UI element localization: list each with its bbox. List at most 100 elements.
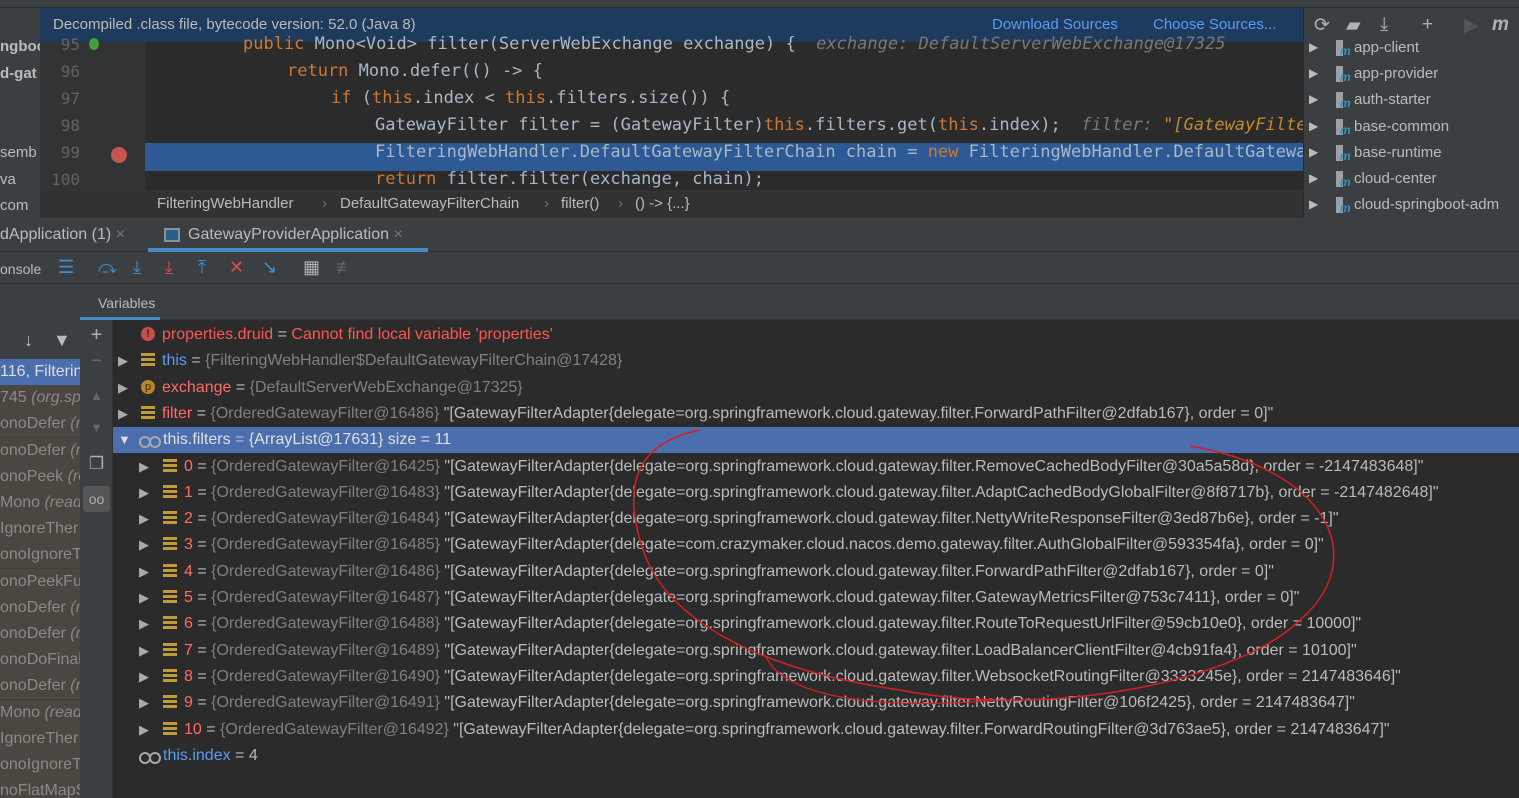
collapsed-arrow-icon[interactable]: ▶	[139, 717, 149, 743]
maven-module[interactable]: ▶ base-common	[1304, 116, 1519, 142]
project-item[interactable]: d-gat	[0, 65, 37, 82]
variable-row[interactable]: ▶ 8 = {OrderedGatewayFilter@16490} "[Gate…	[113, 664, 1519, 690]
down-icon[interactable]: ▼	[80, 420, 113, 435]
variable-row[interactable]: ▶ 2 = {OrderedGatewayFilter@16484} "[Gate…	[113, 506, 1519, 532]
line-number[interactable]: 99	[40, 143, 80, 162]
code-line[interactable]: FilteringWebHandler.DefaultGatewayFilter…	[375, 142, 1303, 162]
collapsed-arrow-icon[interactable]: ▶	[139, 690, 149, 716]
expand-arrow-icon[interactable]: ▶	[1309, 145, 1318, 159]
variable-row[interactable]: ▶ 3 = {OrderedGatewayFilter@16485} "[Gate…	[113, 532, 1519, 558]
collapsed-arrow-icon[interactable]: ▶	[118, 348, 128, 374]
frame-item[interactable]: onoPeekFus	[0, 568, 80, 595]
frame-item[interactable]: onoIgnoreT	[0, 752, 80, 778]
frame-item[interactable]: noFlatMapS	[0, 778, 80, 798]
breakpoint-icon[interactable]	[111, 147, 127, 163]
variables-tree[interactable]: ! properties.druid = Cannot find local va…	[113, 320, 1519, 798]
plus-icon[interactable]: +	[80, 324, 113, 347]
frame-item[interactable]: IgnoreTher	[0, 725, 80, 752]
close-icon[interactable]: ×	[116, 226, 125, 243]
line-number[interactable]: 97	[40, 89, 80, 108]
frame-item[interactable]: onoIgnoreT	[0, 542, 80, 569]
variable-row[interactable]: this.index = 4	[113, 743, 1519, 769]
code-line[interactable]: GatewayFilter filter = (GatewayFilter)th…	[375, 115, 1303, 135]
breadcrumb-item[interactable]: filter()	[561, 190, 599, 218]
variable-row[interactable]: ▶ 4 = {OrderedGatewayFilter@16486} "[Gate…	[113, 559, 1519, 585]
layout-icon[interactable]: ☰	[58, 257, 74, 278]
frame-item[interactable]: onoDoFinall	[0, 647, 80, 674]
collapsed-arrow-icon[interactable]: ▶	[139, 664, 149, 690]
code-line[interactable]: if (this.index < this.filters.size()) {	[331, 88, 730, 108]
line-number[interactable]: 100	[40, 170, 80, 189]
drop-frame-icon[interactable]: ✕	[229, 257, 244, 278]
up-icon[interactable]: ▲	[80, 388, 113, 403]
line-number[interactable]: 96	[40, 62, 80, 81]
frame-item[interactable]: Mono (read	[0, 490, 80, 516]
frame-item[interactable]: onoDefer (r	[0, 594, 80, 621]
code-line[interactable]: return filter.filter(exchange, chain);	[375, 169, 764, 189]
copy-icon[interactable]: ❐	[80, 454, 113, 474]
maven-module[interactable]: ▶ cloud-springboot-adm	[1304, 194, 1519, 218]
maven-icon[interactable]: m	[1492, 14, 1509, 36]
line-number[interactable]: 95	[40, 35, 80, 54]
refresh-icon[interactable]: ⟳	[1314, 14, 1330, 37]
variable-row[interactable]: ! properties.druid = Cannot find local va…	[113, 322, 1519, 348]
collapsed-arrow-icon[interactable]: ▶	[139, 611, 149, 637]
collapsed-arrow-icon[interactable]: ▶	[139, 480, 149, 506]
collapsed-arrow-icon[interactable]: ▶	[139, 585, 149, 611]
folder-icon[interactable]: ▰	[1346, 14, 1361, 37]
maven-module[interactable]: ▶ auth-starter	[1304, 89, 1519, 115]
breadcrumb-item[interactable]: DefaultGatewayFilterChain	[340, 190, 519, 218]
expand-arrow-icon[interactable]: ▶	[1309, 119, 1318, 133]
expand-arrow-icon[interactable]: ▶	[1309, 197, 1318, 211]
frame-item[interactable]: onoDefer (r	[0, 673, 80, 700]
collapsed-arrow-icon[interactable]: ▶	[139, 532, 149, 558]
variable-row[interactable]: ▶ this = {FilteringWebHandler$DefaultGate…	[113, 348, 1519, 374]
frame-item[interactable]: onoDefer (r	[0, 437, 80, 464]
force-step-into-icon[interactable]: ⤓	[165, 257, 173, 278]
tab-gateway-provider-application[interactable]: GatewayProviderApplication ×	[188, 226, 403, 244]
tab-application-1[interactable]: dApplication (1) ×	[0, 226, 125, 244]
variable-row[interactable]: ▶ 10 = {OrderedGatewayFilter@16492} "[Gat…	[113, 717, 1519, 743]
implements-marker-icon[interactable]	[89, 38, 99, 50]
collapsed-arrow-icon[interactable]: ▶	[139, 454, 149, 480]
code-editor[interactable]: Decompiled .class file, bytecode version…	[40, 8, 1303, 190]
frame-item[interactable]: onoDefer (r	[0, 621, 80, 647]
run-to-cursor-icon[interactable]: ↘	[262, 257, 277, 278]
variable-row[interactable]: ▼ this.filters = {ArrayList@17631} size =…	[113, 427, 1519, 454]
breadcrumb-item[interactable]: FilteringWebHandler	[157, 190, 293, 218]
expand-arrow-icon[interactable]: ▶	[1309, 66, 1318, 80]
collapsed-arrow-icon[interactable]: ▶	[139, 506, 149, 532]
step-over-icon[interactable]: ⤼	[98, 257, 117, 278]
filter-icon[interactable]: ▼	[53, 330, 71, 351]
minus-icon[interactable]: −	[80, 350, 113, 373]
frame-item[interactable]: onoPeek (re	[0, 463, 80, 490]
maven-module[interactable]: ▶ app-provider	[1304, 63, 1519, 89]
collapsed-arrow-icon[interactable]: ▶	[139, 638, 149, 664]
maven-module[interactable]: ▶ base-runtime	[1304, 142, 1519, 168]
project-item[interactable]: com	[0, 197, 28, 214]
frame-item[interactable]: 745 (org.sp	[0, 385, 80, 412]
frame-item[interactable]: Mono (read	[0, 699, 80, 726]
code-line[interactable]: return Mono.defer(() -> {	[287, 61, 543, 81]
arrow-down-icon[interactable]: ↓	[24, 330, 33, 351]
run-icon[interactable]: ▶	[1464, 14, 1479, 37]
variable-row[interactable]: ▶ 9 = {OrderedGatewayFilter@16491} "[Gate…	[113, 690, 1519, 716]
code-line[interactable]: public Mono<Void> filter(ServerWebExchan…	[243, 34, 1226, 54]
trace-stream-icon[interactable]: ≢	[336, 257, 354, 278]
plus-icon[interactable]: +	[1422, 14, 1433, 36]
step-out-icon[interactable]: ⤒	[198, 257, 206, 278]
maven-module[interactable]: ▶ cloud-center	[1304, 168, 1519, 194]
editor-tabs-strip[interactable]	[0, 0, 1519, 8]
tab-variables[interactable]: Variables	[98, 295, 155, 311]
close-icon[interactable]: ×	[393, 226, 402, 243]
frame-item[interactable]: onoDefer (r	[0, 411, 80, 438]
project-item[interactable]: semb	[0, 144, 37, 161]
expanded-arrow-icon[interactable]: ▼	[118, 427, 131, 453]
expand-arrow-icon[interactable]: ▶	[1309, 171, 1318, 185]
frame-item[interactable]: 116, Filterin	[0, 359, 80, 385]
watches-toggle-icon[interactable]: oo	[83, 486, 110, 512]
project-item[interactable]: va	[0, 171, 16, 188]
variable-row[interactable]: ▶ 6 = {OrderedGatewayFilter@16488} "[Gate…	[113, 611, 1519, 637]
evaluate-expression-icon[interactable]: ▦	[303, 257, 320, 278]
variable-row[interactable]: ▶ 7 = {OrderedGatewayFilter@16489} "[Gate…	[113, 638, 1519, 664]
